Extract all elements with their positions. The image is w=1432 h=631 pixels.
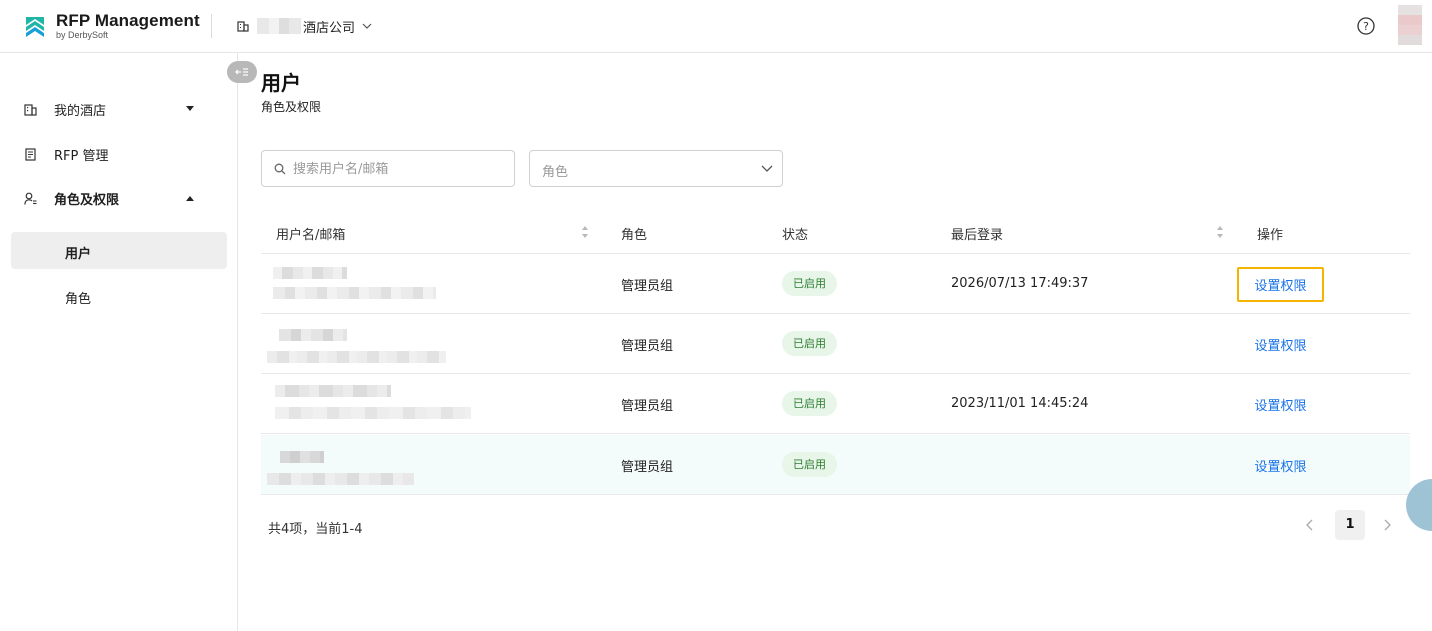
sort-icon[interactable] [1216, 225, 1224, 239]
sidebar-item-label: 我的酒店 [54, 103, 107, 119]
sidebar-subitem-label: 用户 [65, 247, 92, 262]
user-email-redacted [267, 351, 446, 363]
caret-down-icon [186, 106, 194, 111]
top-header: RFP Management by DerbySoft 酒店公司 ? [0, 0, 1432, 53]
svg-text:?: ? [1363, 20, 1369, 33]
user-name-redacted [275, 385, 391, 397]
sort-icon[interactable] [581, 225, 589, 239]
chevron-left-icon[interactable] [1305, 518, 1315, 532]
column-header-action: 操作 [1257, 228, 1284, 243]
chevron-down-icon [362, 23, 372, 29]
app-subtitle: by DerbySoft [56, 30, 109, 40]
user-email-redacted [273, 287, 436, 299]
column-header-status: 状态 [782, 228, 809, 243]
app-logo[interactable]: RFP Management by DerbySoft [24, 11, 200, 41]
set-permission-link[interactable]: 设置权限 [1237, 267, 1324, 302]
column-header-role: 角色 [621, 228, 648, 243]
building-icon [237, 21, 249, 32]
caret-up-icon [186, 196, 194, 201]
role-select[interactable]: 角色 [529, 150, 783, 187]
role-cell: 管理员组 [621, 279, 674, 294]
role-cell: 管理员组 [621, 399, 674, 414]
collapse-icon [235, 68, 248, 76]
role-cell: 管理员组 [621, 460, 674, 475]
building-icon [24, 103, 37, 116]
status-badge: 已启用 [782, 391, 837, 416]
search-box[interactable] [261, 150, 515, 187]
user-permission-icon [24, 192, 37, 205]
table-header: 用户名/邮箱 角色 状态 最后登录 操作 [261, 210, 1410, 254]
help-icon[interactable]: ? [1357, 17, 1375, 35]
sidebar: 我的酒店 RFP 管理 角色及权限 用户 角色 [0, 53, 238, 631]
avatar[interactable] [1398, 5, 1422, 45]
header-divider [211, 14, 212, 38]
sidebar-item-my-hotels[interactable]: 我的酒店 [0, 87, 238, 131]
user-name-redacted [273, 267, 347, 279]
pagination-total: 共4项，当前1-4 [268, 522, 363, 537]
status-badge: 已启用 [782, 452, 837, 477]
document-icon [25, 147, 36, 161]
sidebar-collapse-button[interactable] [227, 61, 257, 83]
page-subtitle: 角色及权限 [261, 100, 322, 114]
column-header-user[interactable]: 用户名/邮箱 [276, 224, 345, 243]
chevron-down-icon [761, 165, 773, 172]
search-icon [274, 163, 286, 175]
last-login-cell: 2026/07/13 17:49:37 [951, 276, 1089, 291]
column-header-last-login[interactable]: 最后登录 [951, 224, 1003, 243]
sidebar-subitem-users[interactable]: 用户 [11, 232, 227, 269]
user-name-redacted [280, 451, 324, 463]
last-login-cell: 2023/11/01 14:45:24 [951, 396, 1089, 411]
org-switcher[interactable]: 酒店公司 [237, 17, 373, 36]
brand-logo-icon [26, 17, 44, 37]
status-badge: 已启用 [782, 271, 837, 296]
user-email-redacted [275, 407, 471, 419]
chevron-right-icon[interactable] [1382, 518, 1392, 532]
table-row: 管理员组 已启用 2026/07/13 17:49:37 设置权限 [261, 254, 1410, 314]
user-name-redacted [279, 329, 347, 341]
sidebar-item-roles-permissions[interactable]: 角色及权限 [0, 176, 238, 220]
set-permission-link[interactable]: 设置权限 [1237, 448, 1324, 483]
org-name: 酒店公司 [303, 20, 356, 36]
table-row: 管理员组 已启用 设置权限 [261, 435, 1410, 495]
sidebar-item-rfp[interactable]: RFP 管理 [0, 132, 238, 176]
pagination-page-button[interactable]: 1 [1335, 510, 1365, 540]
page-title: 用户 [261, 71, 301, 95]
sidebar-item-label: RFP 管理 [54, 148, 109, 164]
app-title: RFP Management [56, 11, 200, 30]
role-select-placeholder: 角色 [542, 165, 569, 180]
set-permission-link[interactable]: 设置权限 [1237, 327, 1324, 362]
sidebar-subitem-label: 角色 [65, 292, 92, 307]
sidebar-subitem-roles[interactable]: 角色 [11, 277, 227, 314]
table-row: 管理员组 已启用 2023/11/01 14:45:24 设置权限 [261, 374, 1410, 434]
table-row: 管理员组 已启用 设置权限 [261, 314, 1410, 374]
search-input[interactable] [293, 159, 503, 179]
role-cell: 管理员组 [621, 339, 674, 354]
org-name-redacted [257, 18, 301, 34]
status-badge: 已启用 [782, 331, 837, 356]
set-permission-link[interactable]: 设置权限 [1237, 387, 1324, 422]
user-email-redacted [267, 473, 414, 485]
sidebar-item-label: 角色及权限 [54, 192, 120, 208]
